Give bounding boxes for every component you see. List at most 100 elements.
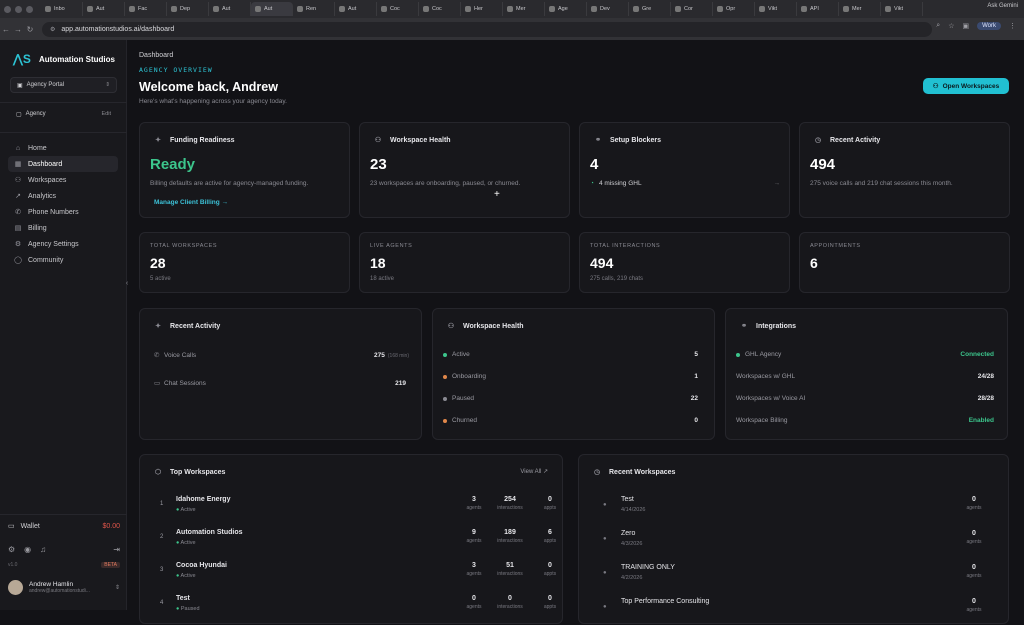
- browser-tab[interactable]: Vikt: [881, 2, 923, 16]
- open-workspaces-button[interactable]: ⚇ Open Workspaces: [923, 78, 1009, 94]
- status-text: Paused: [180, 606, 200, 612]
- address-field[interactable]: ⚙ app.automationstudios.ai/dashboard: [42, 21, 932, 37]
- browser-tab[interactable]: Age: [545, 2, 587, 16]
- recent-activity-desc: 275 voice calls and 219 chat sessions th…: [810, 180, 953, 187]
- arrow-right-icon: →: [773, 180, 781, 187]
- breadcrumb[interactable]: Dashboard: [139, 52, 173, 59]
- card-title-text: Recent Activity: [170, 322, 221, 330]
- browser-tab[interactable]: Mer: [839, 2, 881, 16]
- stat-sub: 275 calls, 219 chats: [590, 276, 644, 282]
- brand[interactable]: ⋀S Automation Studios: [13, 52, 115, 66]
- forward-icon[interactable]: →: [12, 25, 24, 34]
- metric-value: 6: [548, 529, 552, 536]
- manage-billing-link[interactable]: Manage Client Billing →: [154, 199, 228, 206]
- funding-readiness-card: ✦ Funding Readiness Ready Billing default…: [139, 122, 350, 218]
- table-row[interactable]: 2 Automation Studios ● Active 9 agents 189 int…: [154, 526, 556, 556]
- sidebar-item-phone-numbers[interactable]: ✆ Phone Numbers: [8, 204, 118, 220]
- logout-icon[interactable]: ⇥: [113, 545, 120, 554]
- browser-tab[interactable]: Vikt: [755, 2, 797, 16]
- back-icon[interactable]: ←: [0, 25, 12, 34]
- browser-tab[interactable]: Coc: [377, 2, 419, 16]
- card-title-text: Setup Blockers: [610, 136, 661, 144]
- main-content: Dashboard AGENCY OVERVIEW Welcome back, …: [127, 40, 1024, 624]
- browser-tab[interactable]: Mer: [503, 2, 545, 16]
- browser-tab[interactable]: Her: [461, 2, 503, 16]
- top-workspaces-panel: ⬡ Top Workspaces View All ↗ 1 Idahome Ener…: [139, 454, 563, 624]
- table-row[interactable]: 1 Idahome Energy ● Active 3 agents 254 interac…: [154, 493, 556, 523]
- card-title: ⬡ Top Workspaces: [154, 468, 225, 477]
- stat-label: TOTAL INTERACTIONS: [590, 243, 661, 249]
- portal-select[interactable]: ▣ Agency Portal ⇕: [10, 77, 117, 93]
- settings-icon[interactable]: ⚙: [8, 545, 15, 554]
- sidebar-item-billing[interactable]: ▤ Billing: [8, 220, 118, 236]
- browser-tab[interactable]: Coc: [419, 2, 461, 16]
- metric-interactions: 189 interactions: [490, 529, 530, 544]
- browser-tab[interactable]: Dep: [167, 2, 209, 16]
- metric-value: 0: [548, 595, 552, 602]
- integration-label: Workspaces w/ GHL: [736, 373, 796, 380]
- mouse-cursor: +: [494, 189, 500, 200]
- list-item[interactable]: ● Test 4/14/2026 0 agents: [593, 493, 993, 523]
- menu-icon[interactable]: ⋮: [1009, 22, 1016, 30]
- browser-tab[interactable]: Gre: [629, 2, 671, 16]
- agency-edit-link[interactable]: Edit: [102, 111, 111, 117]
- table-row[interactable]: 3 Cocoa Hyundai ● Active 3 agents 51 interacti…: [154, 559, 556, 589]
- metric-value: 0: [972, 598, 976, 605]
- workspace-name: Automation Studios: [176, 529, 243, 536]
- browser-tab[interactable]: Cor: [671, 2, 713, 16]
- health-value: 1: [694, 373, 698, 380]
- sidebar-item-home[interactable]: ⌂ Home: [8, 140, 118, 156]
- browser-tab[interactable]: Aut: [335, 2, 377, 16]
- extensions-icon[interactable]: ▣: [962, 22, 969, 30]
- sidebar-item-analytics[interactable]: ↗ Analytics: [8, 188, 118, 204]
- user-menu[interactable]: Andrew Hamlin andrew@automationstudi... …: [8, 580, 120, 595]
- view-all-link[interactable]: View All ↗: [520, 468, 548, 475]
- help-icon[interactable]: ◉: [24, 545, 31, 554]
- metric-label: appts: [543, 571, 557, 577]
- tab-label: Gre: [642, 6, 652, 12]
- users-icon: ⚇: [14, 177, 22, 184]
- tab-favicon: [885, 6, 891, 12]
- card-title: ✦ Funding Readiness: [154, 136, 235, 145]
- browser-tab[interactable]: Inbo: [41, 2, 83, 16]
- metric-label: interactions: [497, 538, 523, 544]
- activity-value: 219: [395, 380, 409, 387]
- card-title: ✦ Recent Activity: [154, 322, 221, 331]
- list-item[interactable]: ● Top Performance Consulting 0 agents: [593, 595, 993, 625]
- missing-ghl-row[interactable]: ◔ 4 missing GHL →: [590, 180, 780, 187]
- list-item[interactable]: ● TRAINING ONLY 4/2/2026 0 agents: [593, 561, 993, 591]
- rank-number: 3: [160, 567, 164, 573]
- profile-button[interactable]: Work: [977, 22, 1001, 30]
- sidebar-item-agency-settings[interactable]: ⚙ Agency Settings: [8, 236, 118, 252]
- bell-icon[interactable]: ♫: [40, 545, 46, 554]
- browser-tab[interactable]: Aut: [83, 2, 125, 16]
- wallet-row[interactable]: ▭ Wallet $0.00: [8, 522, 120, 531]
- browser-tab[interactable]: Aut: [209, 2, 251, 16]
- home-icon: ⌂: [15, 144, 21, 152]
- sidebar-item-dashboard[interactable]: ▦ Dashboard: [8, 156, 118, 172]
- tab-label: Coc: [432, 6, 442, 12]
- zoom-icon[interactable]: ⌕: [936, 22, 940, 30]
- metric-value: 3: [472, 562, 476, 569]
- workspace-status: ● Active: [176, 573, 196, 579]
- sidebar-item-community[interactable]: ◯ Community: [8, 252, 118, 268]
- browser-tab[interactable]: Fac: [125, 2, 167, 16]
- browser-tab[interactable]: Opr: [713, 2, 755, 16]
- browser-tab[interactable]: Aut: [251, 2, 293, 16]
- health-row: Paused 22: [443, 395, 698, 402]
- browser-tab[interactable]: API: [797, 2, 839, 16]
- metric-appts: 0 appts: [530, 595, 570, 610]
- version-row: v1.0 BETA: [8, 562, 120, 568]
- site-info-icon[interactable]: ⚙: [50, 26, 55, 33]
- tab-favicon: [549, 6, 555, 12]
- link-icon: ⚭: [595, 137, 601, 144]
- ask-gemini-button[interactable]: Ask Gemini: [987, 3, 1018, 9]
- browser-tab[interactable]: Dev: [587, 2, 629, 16]
- list-item[interactable]: ● Zero 4/3/2026 0 agents: [593, 527, 993, 557]
- browser-tab[interactable]: Ren: [293, 2, 335, 16]
- reload-icon[interactable]: ↻: [24, 25, 36, 34]
- window-controls[interactable]: [4, 5, 33, 13]
- sidebar-item-workspaces[interactable]: ⚇ Workspaces: [8, 172, 118, 188]
- bookmark-star-icon[interactable]: ☆: [948, 22, 954, 30]
- table-row[interactable]: 4 Test ● Paused 0 agents 0 interactions 0 appts: [154, 592, 556, 622]
